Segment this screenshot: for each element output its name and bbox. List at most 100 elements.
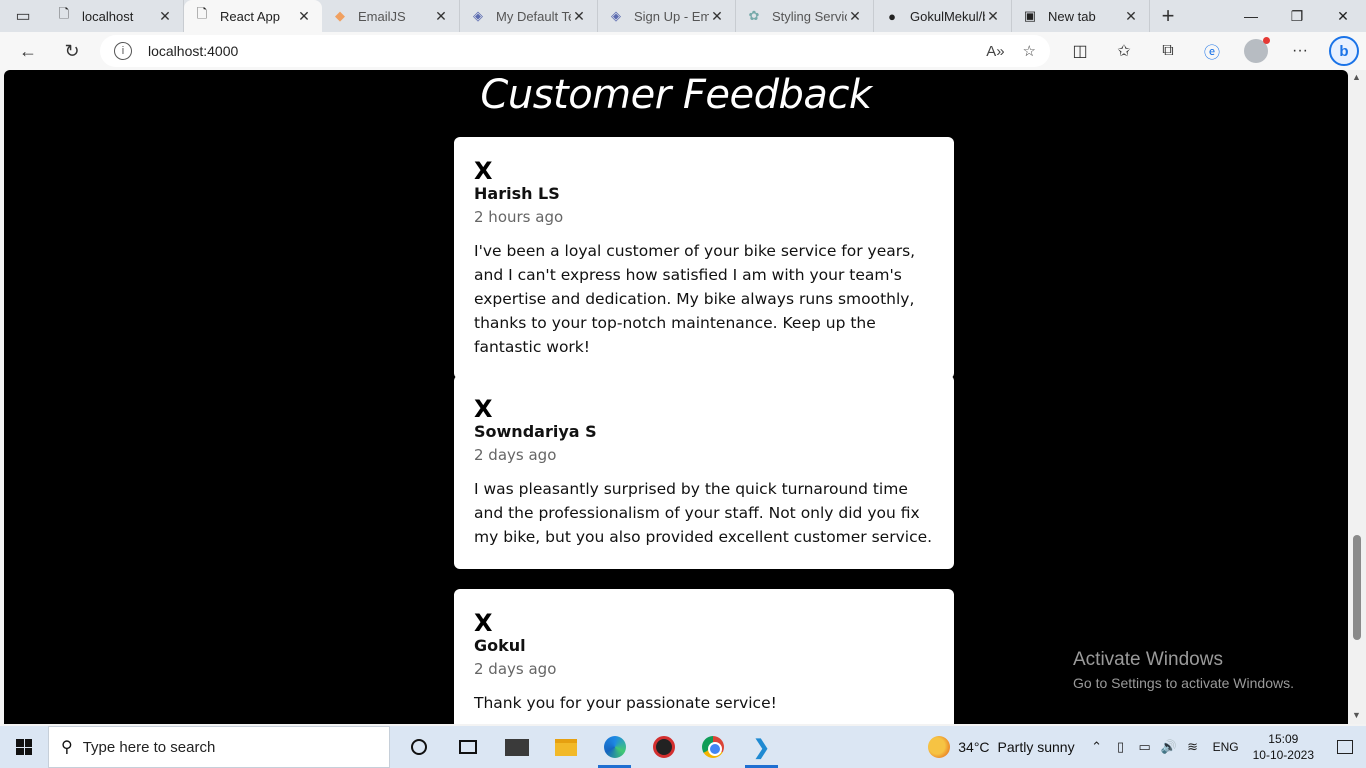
address-bar[interactable]: i localhost:4000 A» ☆ [100, 35, 1050, 67]
feedback-author: Harish LS [474, 184, 560, 203]
chevron-up-icon[interactable]: ⌃ [1085, 739, 1109, 755]
bing-chat-button[interactable]: b [1322, 32, 1366, 70]
close-icon[interactable]: ✕ [571, 8, 587, 25]
page-icon: 🗋 [58, 6, 70, 21]
tab-actions-button[interactable]: ▭ [0, 0, 46, 32]
url-text[interactable]: localhost:4000 [148, 43, 968, 59]
close-icon[interactable]: ✕ [985, 8, 1001, 25]
vscode-icon: ❯ [753, 736, 770, 759]
refresh-icon: ↻ [64, 40, 80, 61]
wifi-icon[interactable]: ≋ [1181, 739, 1205, 755]
weather-sun-icon [928, 736, 951, 758]
taskbar-apps: ❯ [394, 726, 786, 768]
tab-title: My Default Te [496, 8, 571, 24]
info-icon[interactable]: i [114, 42, 132, 60]
close-icon[interactable]: ✕ [709, 8, 725, 25]
minimize-icon: — [1244, 8, 1258, 24]
tab-react-app[interactable]: 🗋 React App ✕ [184, 0, 322, 32]
tab-new-tab[interactable]: ▣ New tab ✕ [1012, 0, 1150, 32]
feedback-text: I was pleasantly surprised by the quick … [474, 480, 933, 546]
tab-sign-up[interactable]: ◈ Sign Up - Ema ✕ [598, 0, 736, 32]
tab-title: GokulMekul/b [910, 8, 985, 24]
activate-windows-watermark: Activate Windows Go to Settings to activ… [1073, 649, 1294, 691]
emailjs-icon: ◆ [335, 8, 345, 23]
search-placeholder: Type here to search [82, 738, 216, 756]
taskbar-search[interactable]: ⚲ Type here to search [48, 726, 390, 768]
battery-icon[interactable]: ▭ [1133, 739, 1157, 755]
refresh-button[interactable]: ↻ [50, 32, 94, 70]
chrome-app[interactable] [688, 726, 737, 768]
tab-localhost[interactable]: 🗋 localhost ✕ [46, 0, 184, 32]
restore-button[interactable]: ❐ [1274, 0, 1320, 32]
clock[interactable]: 15:09 10-10-2023 [1253, 731, 1314, 763]
settings-menu-button[interactable]: ··· [1278, 32, 1322, 70]
scroll-up-icon[interactable]: ▲ [1352, 72, 1361, 82]
toolbar-right: ◫ ✩ ⧉ ⓔ ··· b [1058, 32, 1366, 70]
file-explorer-app[interactable] [541, 726, 590, 768]
avatar [1244, 37, 1270, 63]
x-icon[interactable]: X [474, 397, 934, 421]
device-icon[interactable]: ▯ [1109, 739, 1133, 755]
task-view-button[interactable] [443, 726, 492, 768]
read-aloud-icon[interactable]: A» [986, 43, 1004, 60]
bing-icon: b [1329, 36, 1359, 66]
profile-button[interactable] [1234, 32, 1278, 70]
back-button[interactable]: ← [6, 32, 50, 70]
tab-emailjs[interactable]: ◆ EmailJS ✕ [322, 0, 460, 32]
chrome-icon [701, 736, 724, 758]
new-tab-button[interactable]: + [1150, 0, 1186, 32]
edge-extension-icon: ⓔ [1203, 45, 1220, 62]
clock-time: 15:09 [1268, 732, 1299, 746]
close-icon[interactable]: ✕ [847, 8, 863, 25]
red-app[interactable] [639, 726, 688, 768]
start-button[interactable] [0, 726, 48, 768]
scrollbar-thumb[interactable] [1353, 535, 1361, 640]
app-icon [652, 736, 675, 758]
feedback-time: 2 hours ago [474, 208, 564, 226]
cortana-icon [410, 739, 427, 755]
mail-icon [504, 738, 529, 756]
minimize-button[interactable]: — [1228, 0, 1274, 32]
split-screen-button[interactable]: ◫ [1058, 32, 1102, 70]
vertical-scrollbar[interactable]: ▲ ▼ [1348, 70, 1366, 724]
tab-styling-service[interactable]: ✿ Styling Service ✕ [736, 0, 874, 32]
tab-title: localhost [82, 8, 134, 24]
favorite-star-icon[interactable]: ☆ [1023, 42, 1036, 60]
x-icon[interactable]: X [474, 159, 934, 183]
x-icon[interactable]: X [474, 611, 934, 635]
favorites-button[interactable]: ✩ [1102, 32, 1146, 70]
weather-description: Partly sunny [997, 739, 1075, 755]
edge-extension-button[interactable]: ⓔ [1190, 32, 1234, 70]
more-options-icon: ··· [1292, 42, 1308, 59]
tab-title: React App [220, 8, 280, 24]
feedback-time: 2 days ago [474, 660, 557, 678]
volume-icon[interactable]: 🔊 [1157, 739, 1181, 755]
page-title: Customer Feedback [480, 72, 872, 118]
language-indicator[interactable]: ENG [1213, 740, 1239, 754]
close-icon: ✕ [1337, 7, 1349, 24]
close-icon[interactable]: ✕ [157, 8, 173, 25]
mail-app[interactable] [492, 726, 541, 768]
back-arrow-icon: ← [19, 40, 37, 61]
weather-temperature: 34°C [958, 739, 990, 755]
close-icon[interactable]: ✕ [296, 8, 312, 25]
feedback-text: Thank you for your passionate service! [474, 694, 777, 712]
scroll-down-icon[interactable]: ▼ [1352, 710, 1361, 720]
vscode-app[interactable]: ❯ [737, 726, 786, 768]
split-screen-icon: ◫ [1072, 43, 1088, 60]
feedback-author: Gokul [474, 636, 526, 655]
window-controls: — ❐ ✕ [1228, 0, 1366, 32]
tab-my-default-template[interactable]: ◈ My Default Te ✕ [460, 0, 598, 32]
collections-button[interactable]: ⧉ [1146, 32, 1190, 70]
notification-button[interactable] [1324, 726, 1366, 768]
tab-actions-icon: ▭ [15, 8, 31, 25]
task-view-icon [458, 740, 477, 754]
cortana-button[interactable] [394, 726, 443, 768]
shield-icon: ◈ [473, 8, 483, 23]
close-window-button[interactable]: ✕ [1320, 0, 1366, 32]
weather-widget[interactable]: 34°C Partly sunny [928, 736, 1075, 758]
tab-github[interactable]: ● GokulMekul/b ✕ [874, 0, 1012, 32]
edge-app[interactable] [590, 726, 639, 768]
close-icon[interactable]: ✕ [433, 8, 449, 25]
close-icon[interactable]: ✕ [1123, 8, 1139, 25]
